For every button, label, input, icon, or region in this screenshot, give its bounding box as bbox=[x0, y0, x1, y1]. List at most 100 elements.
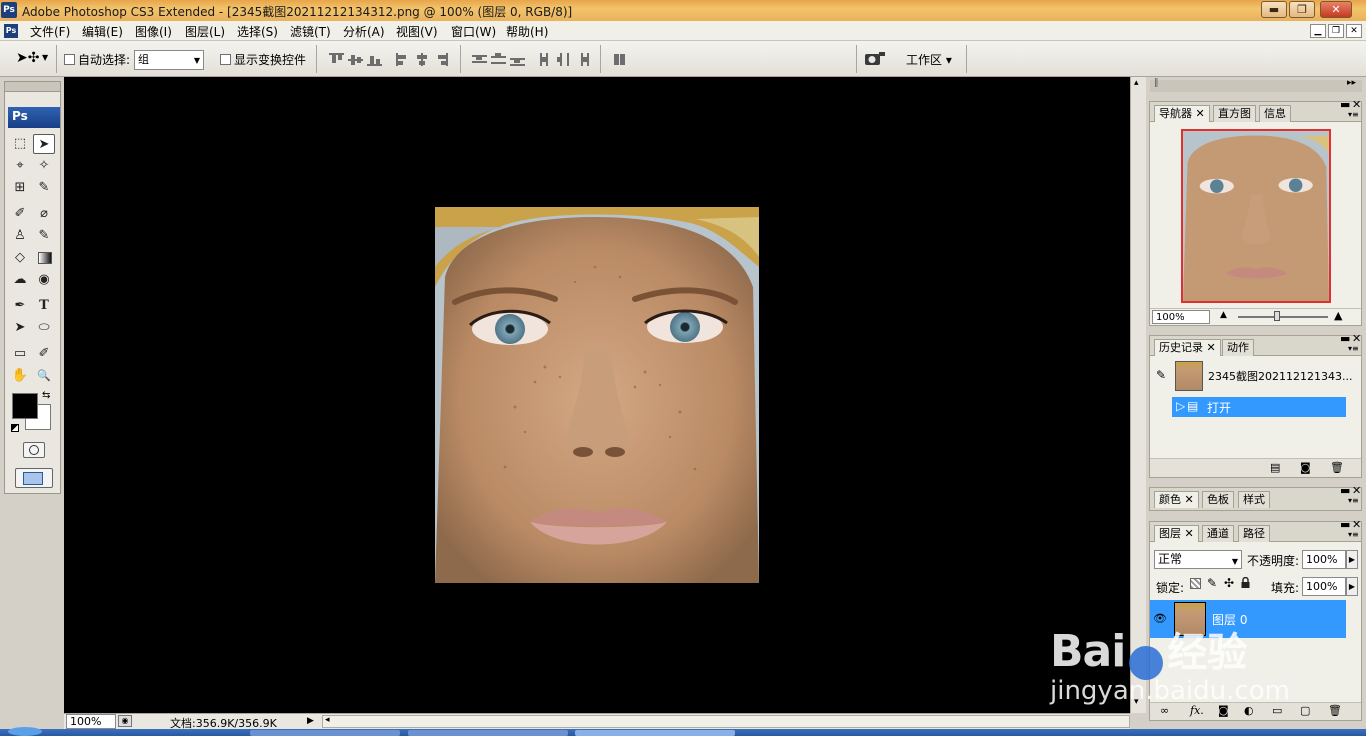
maximize-button[interactable]: ❐ bbox=[1289, 1, 1315, 18]
eraser-tool-icon[interactable]: ◇ bbox=[9, 248, 31, 268]
tab-navigator[interactable]: 导航器 ✕ bbox=[1154, 105, 1210, 122]
minimize-button[interactable]: ▬ bbox=[1261, 1, 1287, 18]
magic-wand-tool-icon[interactable]: ✧ bbox=[33, 156, 55, 176]
distribute-left-icon[interactable] bbox=[538, 53, 553, 66]
status-preview-icon[interactable]: ◉ bbox=[118, 715, 132, 727]
navigator-zoom-slider[interactable] bbox=[1238, 316, 1328, 318]
slice-tool-icon[interactable]: ✎ bbox=[33, 178, 55, 198]
dodge-tool-icon[interactable]: ◉ bbox=[33, 270, 55, 290]
new-layer-icon[interactable]: ▢ bbox=[1300, 704, 1310, 717]
start-button[interactable] bbox=[8, 727, 42, 736]
show-transform-checkbox[interactable] bbox=[220, 54, 231, 65]
horizontal-scrollbar[interactable]: ◂ bbox=[322, 715, 1130, 728]
crop-tool-icon[interactable]: ⊞ bbox=[9, 178, 31, 198]
workspace-menu[interactable]: 工作区 ▾ bbox=[906, 51, 952, 68]
doc-restore-button[interactable]: ❐ bbox=[1328, 24, 1344, 38]
menu-layer[interactable]: 图层(L) bbox=[185, 23, 225, 40]
brush-tool-icon[interactable]: ⌀ bbox=[33, 204, 55, 224]
new-document-from-state-icon[interactable]: ▤ bbox=[1270, 461, 1280, 474]
chevron-down-icon[interactable]: ▼ bbox=[42, 53, 48, 62]
zoom-out-icon[interactable]: ▲ bbox=[1220, 310, 1227, 320]
marquee-tool-icon[interactable]: ⬚ bbox=[9, 134, 31, 154]
toolbox-grip[interactable] bbox=[5, 82, 60, 92]
face-photo[interactable] bbox=[435, 207, 759, 583]
status-menu-arrow-icon[interactable]: ▶ bbox=[307, 714, 319, 729]
tab-channels[interactable]: 通道 bbox=[1202, 525, 1234, 542]
panel-menu-icon[interactable]: ▾≡ bbox=[1348, 530, 1359, 539]
bridge-icon[interactable] bbox=[864, 50, 886, 68]
hand-tool-icon[interactable]: ✋ bbox=[9, 366, 31, 386]
auto-select-checkbox[interactable] bbox=[64, 54, 75, 65]
navigator-thumbnail[interactable] bbox=[1181, 129, 1331, 303]
opacity-field[interactable]: 100% bbox=[1302, 550, 1346, 569]
tab-color[interactable]: 颜色 ✕ bbox=[1154, 491, 1199, 508]
menu-image[interactable]: 图像(I) bbox=[135, 23, 172, 40]
zoom-field[interactable]: 100% bbox=[66, 714, 116, 729]
menu-analysis[interactable]: 分析(A) bbox=[343, 23, 385, 40]
path-selection-tool-icon[interactable]: ➤ bbox=[9, 318, 31, 338]
clone-stamp-tool-icon[interactable]: ♙ bbox=[9, 226, 31, 246]
healing-brush-tool-icon[interactable]: ✐ bbox=[9, 204, 31, 224]
eyedropper-tool-icon[interactable]: ✐ bbox=[33, 344, 55, 364]
lasso-tool-icon[interactable]: ⌖ bbox=[9, 156, 31, 176]
menu-edit[interactable]: 编辑(E) bbox=[82, 23, 123, 40]
fill-field[interactable]: 100% bbox=[1302, 577, 1346, 596]
menu-window[interactable]: 窗口(W) bbox=[451, 23, 496, 40]
zoom-in-icon[interactable]: ▲ bbox=[1334, 309, 1342, 322]
tab-actions[interactable]: 动作 bbox=[1222, 339, 1254, 356]
navigator-zoom-field[interactable]: 100% bbox=[1152, 310, 1210, 324]
doc-minimize-button[interactable]: ▁ bbox=[1310, 24, 1326, 38]
auto-select-dropdown[interactable]: 组 ▼ bbox=[134, 50, 204, 70]
close-button[interactable]: ✕ bbox=[1320, 1, 1352, 18]
tab-paths[interactable]: 路径 bbox=[1238, 525, 1270, 542]
panel-menu-icon[interactable]: ▾≡ bbox=[1348, 496, 1359, 505]
taskbar-item[interactable] bbox=[575, 730, 735, 736]
opacity-slider-arrow-icon[interactable]: ▶ bbox=[1346, 550, 1358, 569]
quick-mask-button[interactable] bbox=[23, 442, 45, 458]
history-step-open[interactable]: ▷ ▤ 打开 bbox=[1172, 397, 1346, 417]
menu-filter[interactable]: 滤镜(T) bbox=[290, 23, 331, 40]
move-tool-preset-icon[interactable]: ➤✣ bbox=[16, 50, 39, 66]
pen-tool-icon[interactable]: ✒ bbox=[9, 296, 31, 316]
menu-help[interactable]: 帮助(H) bbox=[506, 23, 548, 40]
history-snapshot-row[interactable]: ✎ 2345截图202112121343... bbox=[1150, 358, 1361, 394]
fill-slider-arrow-icon[interactable]: ▶ bbox=[1346, 577, 1358, 596]
move-tool-icon[interactable]: ➤ bbox=[33, 134, 55, 154]
lock-pixels-icon[interactable]: ✎ bbox=[1207, 576, 1217, 590]
layer-style-icon[interactable]: fx. bbox=[1190, 704, 1204, 717]
blur-tool-icon[interactable]: ☁ bbox=[9, 270, 31, 290]
distribute-right-icon[interactable] bbox=[576, 53, 591, 66]
tab-info[interactable]: 信息 bbox=[1259, 105, 1291, 122]
tab-layers[interactable]: 图层 ✕ bbox=[1154, 525, 1199, 542]
vertical-scrollbar[interactable]: ▴ ▾ bbox=[1130, 77, 1146, 713]
panel-menu-icon[interactable]: ▾≡ bbox=[1348, 110, 1359, 119]
new-group-icon[interactable]: ▭ bbox=[1272, 704, 1282, 717]
foreground-color-swatch[interactable] bbox=[12, 393, 38, 419]
taskbar-item[interactable] bbox=[408, 730, 568, 736]
gradient-tool-icon[interactable] bbox=[38, 252, 52, 264]
collapse-panels-icon[interactable]: ▸▸ bbox=[1347, 78, 1356, 88]
scroll-up-icon[interactable]: ▴ bbox=[1134, 78, 1139, 88]
align-top-icon[interactable] bbox=[329, 53, 344, 66]
blend-mode-select[interactable]: 正常 ▼ bbox=[1154, 550, 1242, 569]
align-hcenter-icon[interactable] bbox=[415, 53, 430, 66]
navigator-zoom-thumb[interactable] bbox=[1274, 311, 1280, 321]
tab-histogram[interactable]: 直方图 bbox=[1213, 105, 1256, 122]
doc-close-button[interactable]: ✕ bbox=[1346, 24, 1362, 38]
lock-all-icon[interactable] bbox=[1241, 576, 1250, 588]
delete-state-icon[interactable]: 🗑 bbox=[1330, 461, 1344, 474]
panels-dock-grip[interactable]: ‖ ▸▸ bbox=[1150, 78, 1362, 92]
align-bottom-icon[interactable] bbox=[367, 53, 382, 66]
align-left-icon[interactable] bbox=[396, 53, 411, 66]
swap-colors-icon[interactable]: ⇆ bbox=[42, 390, 50, 401]
panel-menu-icon[interactable]: ▾≡ bbox=[1348, 344, 1359, 353]
distribute-hcenter-icon[interactable] bbox=[557, 53, 572, 66]
history-brush-tool-icon[interactable]: ✎ bbox=[33, 226, 55, 246]
distribute-vcenter-icon[interactable] bbox=[491, 53, 506, 66]
auto-align-layers-icon[interactable] bbox=[612, 53, 627, 66]
new-snapshot-icon[interactable]: ◙ bbox=[1300, 461, 1311, 474]
delete-layer-icon[interactable]: 🗑 bbox=[1328, 704, 1342, 717]
menu-view[interactable]: 视图(V) bbox=[396, 23, 438, 40]
document-icon[interactable]: Ps bbox=[4, 24, 18, 38]
menu-file[interactable]: 文件(F) bbox=[30, 23, 70, 40]
